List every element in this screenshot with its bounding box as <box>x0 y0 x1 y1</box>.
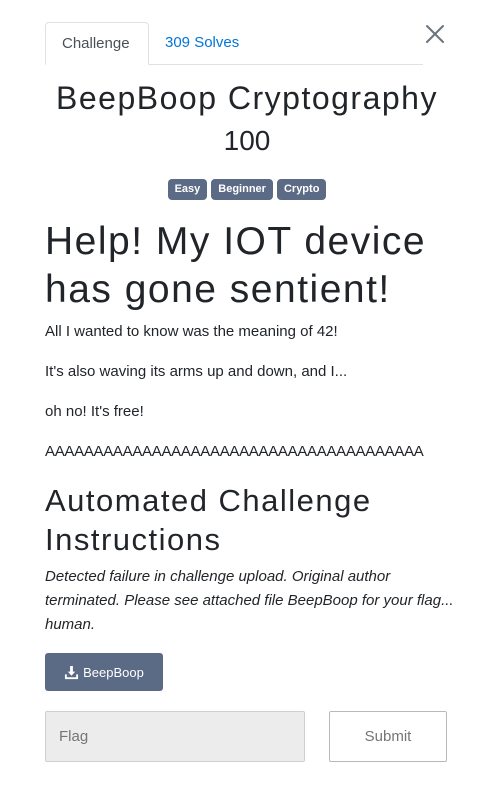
tag-easy: Easy <box>167 179 208 200</box>
description-paragraph-3: oh no! It's free! <box>45 403 144 420</box>
instructions-heading: Automated Challenge Instructions <box>45 483 372 557</box>
tab-challenge[interactable]: Challenge <box>45 22 149 65</box>
tab-bar: Challenge 309 Solves <box>45 22 423 65</box>
instructions-text: Detected failure in challenge upload. Or… <box>45 568 454 633</box>
tab-solves[interactable]: 309 Solves <box>149 22 255 64</box>
description-heading: Help! My IOT device has gone sentient! <box>45 220 427 311</box>
challenge-modal: Challenge 309 Solves BeepBoop Cryptograp… <box>0 0 494 785</box>
description-paragraph-4: AAAAAAAAAAAAAAAAAAAAAAAAAAAAAAAAAAAAAAA <box>45 443 424 460</box>
challenge-name: BeepBoop Cryptography <box>56 80 438 116</box>
submit-button[interactable]: Submit <box>329 711 447 762</box>
download-icon <box>65 665 79 679</box>
challenge-value: 100 <box>223 125 271 156</box>
tag-list: Easy Beginner Crypto <box>0 179 494 200</box>
download-file-label: BeepBoop <box>83 664 144 680</box>
description-paragraph-1: All I wanted to know was the meaning of … <box>45 323 338 340</box>
tag-crypto: Crypto <box>276 179 327 200</box>
tag-beginner: Beginner <box>211 179 273 200</box>
download-file-button[interactable]: BeepBoop <box>45 653 163 691</box>
description-paragraph-2: It's also waving its arms up and down, a… <box>45 363 348 380</box>
close-icon[interactable] <box>423 22 447 46</box>
flag-input[interactable] <box>45 711 305 762</box>
